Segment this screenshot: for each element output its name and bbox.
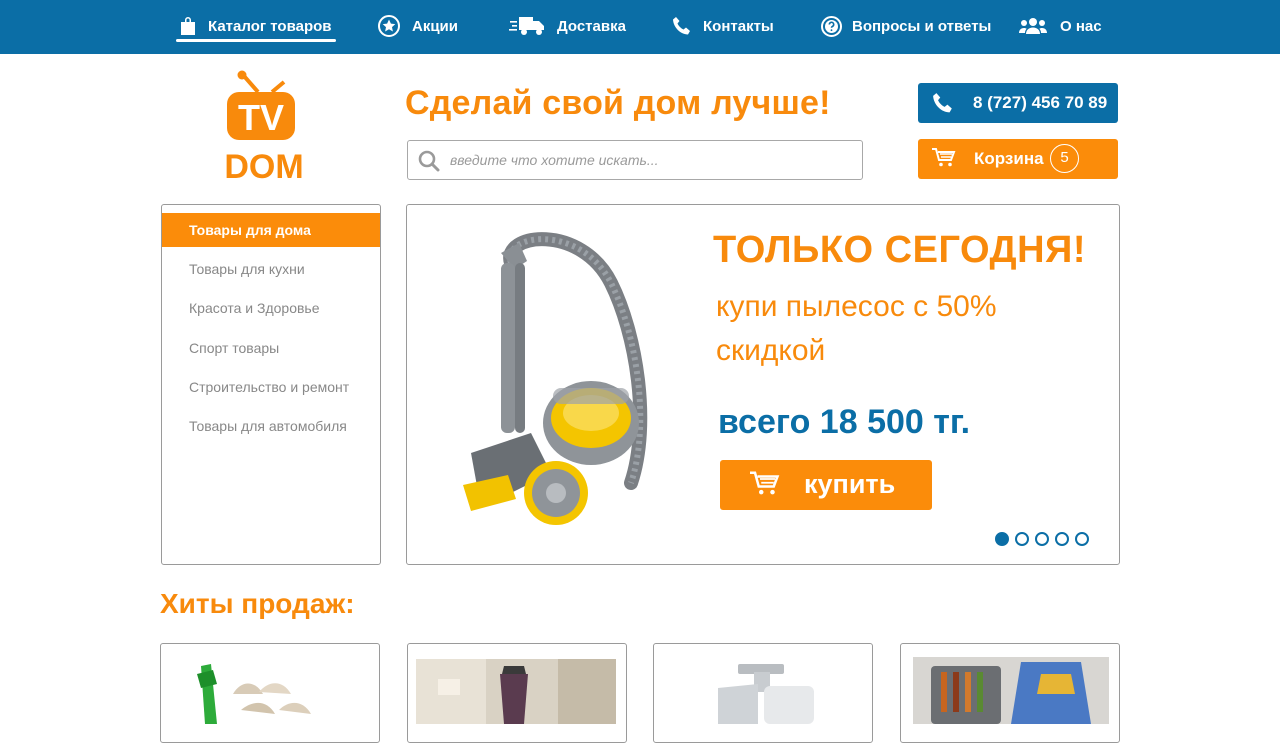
product-card-meat-grinder[interactable] [653, 643, 873, 743]
phone-button[interactable]: 8 (727) 456 70 89 [918, 83, 1118, 123]
sidebar-item-beauty-health[interactable]: Красота и Здоровье [162, 291, 380, 325]
buy-button-label: купить [804, 469, 896, 499]
meat-grinder-image [718, 664, 814, 724]
nav-item-contacts[interactable]: Контакты [672, 0, 774, 52]
search-icon[interactable] [418, 150, 440, 172]
tv-dom-logo: TV DOM [224, 70, 304, 186]
cart-label: Корзина [974, 149, 1044, 168]
promo-banner: ТОЛЬКО СЕГОДНЯ! купи пылесос с 50% скидк… [406, 204, 1120, 565]
steam-mop-image [197, 664, 311, 724]
sidebar-item-auto-goods[interactable]: Товары для автомобиля [162, 409, 380, 443]
nav-item-label: Контакты [703, 17, 774, 35]
phone-icon [933, 93, 952, 113]
promo-title: ТОЛЬКО СЕГОДНЯ! [713, 229, 1087, 271]
slider-pagination [995, 532, 1095, 546]
slider-dot-2[interactable] [1015, 532, 1029, 546]
nav-item-promotions[interactable]: Акции [378, 0, 458, 52]
logo-text-tv: TV [238, 97, 284, 138]
blender-image [416, 659, 616, 729]
cart-icon [932, 148, 956, 167]
slider-dot-4[interactable] [1055, 532, 1069, 546]
buy-button[interactable]: купить [720, 460, 932, 510]
slider-dot-5[interactable] [1075, 532, 1089, 546]
cart-count-badge: 5 [1050, 144, 1079, 173]
site-slogan: Сделай свой дом лучше! [405, 84, 831, 122]
nav-item-label: Акции [412, 17, 459, 35]
nav-item-label: Каталог товаров [208, 17, 332, 35]
phone-icon [673, 17, 690, 35]
star-badge-icon [378, 15, 400, 37]
shopping-bag-icon [181, 17, 195, 35]
vacuum-cleaner-image [463, 232, 648, 525]
search-input[interactable] [450, 147, 850, 173]
nav-item-delivery[interactable]: Доставка [509, 0, 626, 52]
users-icon [1019, 18, 1047, 34]
cart-button[interactable]: Корзина 5 [918, 139, 1118, 179]
bestsellers-title: Хиты продаж: [160, 588, 355, 619]
slider-dot-3[interactable] [1035, 532, 1049, 546]
truck-icon [509, 17, 544, 35]
slider-dot-1[interactable] [995, 532, 1009, 546]
nav-item-about[interactable]: О нас [1019, 0, 1102, 52]
logo-text-dom: DOM [224, 148, 303, 182]
cart-icon [750, 471, 780, 495]
phone-number: 8 (727) 456 70 89 [973, 93, 1108, 112]
promo-subtitle: купи пылесос с 50% скидкой [716, 290, 997, 367]
nav-item-label: Доставка [557, 17, 626, 35]
sidebar-item-sport-goods[interactable]: Спорт товары [162, 331, 380, 365]
nav-item-label: О нас [1060, 17, 1102, 35]
nav-item-faq[interactable]: Вопросы и ответы [821, 0, 991, 52]
nav-item-label: Вопросы и ответы [852, 17, 992, 35]
top-navigation-bar: Каталог товаров Акции Доставка Контакты … [0, 0, 1280, 54]
product-card-blender[interactable] [407, 643, 627, 743]
promo-price: всего 18 500 тг. [718, 403, 971, 441]
category-sidebar: Товары для дома Товары для кухни Красота… [161, 204, 381, 565]
product-card-steam-mop[interactable] [160, 643, 380, 743]
grill-image [913, 657, 1109, 724]
search-box [407, 140, 863, 180]
nav-item-catalog[interactable]: Каталог товаров [176, 0, 336, 52]
site-logo[interactable]: TV DOM [214, 70, 314, 186]
question-icon [821, 15, 842, 37]
sidebar-item-construction[interactable]: Строительство и ремонт [162, 370, 380, 404]
sidebar-item-home-goods[interactable]: Товары для дома [162, 213, 380, 247]
sidebar-item-kitchen-goods[interactable]: Товары для кухни [162, 252, 380, 286]
product-card-grill[interactable] [900, 643, 1120, 743]
